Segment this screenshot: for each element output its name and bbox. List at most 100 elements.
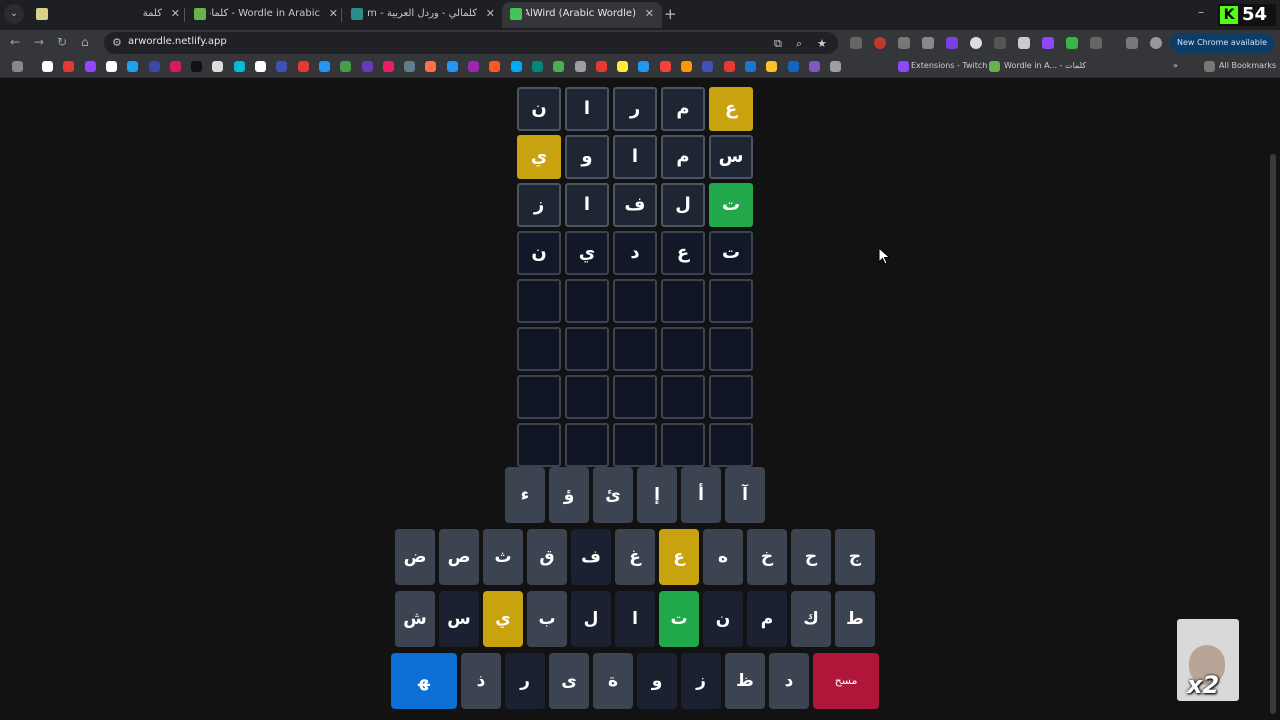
keyboard-key[interactable]: ج — [835, 529, 875, 585]
enter-key-button[interactable]: ﻬ — [391, 653, 457, 709]
keyboard-key[interactable]: ف — [571, 529, 611, 585]
bookmark-favicon-icon[interactable] — [191, 61, 203, 72]
keyboard-key[interactable]: س — [439, 591, 479, 647]
bookmark-favicon-icon[interactable] — [681, 61, 692, 72]
keyboard-key[interactable]: ق — [527, 529, 567, 585]
keyboard-key[interactable]: ح — [791, 529, 831, 585]
all-bookmarks[interactable]: All Bookmarks — [1219, 61, 1276, 70]
bookmark-favicon-icon[interactable] — [105, 61, 117, 72]
keyboard-key[interactable]: ى — [549, 653, 589, 709]
bookmark-favicon-icon[interactable] — [723, 61, 735, 72]
extensions-puzzle-icon[interactable] — [1090, 37, 1102, 49]
bookmark-favicon-icon[interactable] — [127, 61, 139, 72]
keyboard-key[interactable]: ة — [593, 653, 633, 709]
keyboard-key[interactable]: ث — [483, 529, 523, 585]
new-tab-button[interactable]: + — [664, 5, 677, 23]
keyboard-key[interactable]: ل — [571, 591, 611, 647]
bookmark-favicon-icon[interactable] — [574, 61, 586, 72]
bookmark-favicon-icon[interactable] — [659, 61, 671, 72]
extension-icon[interactable] — [874, 37, 886, 49]
bookmark-favicon-icon[interactable] — [766, 61, 778, 72]
bookmark-wordle-arabic[interactable]: Wordle in A... - كلمات — [1004, 61, 1086, 70]
keyboard-key[interactable]: ئ — [593, 467, 633, 523]
bookmark-favicon-icon[interactable] — [340, 61, 352, 72]
bookmark-favicon-icon[interactable] — [318, 61, 330, 72]
bookmark-favicon-icon[interactable] — [148, 61, 160, 72]
bookmark-favicon-icon[interactable] — [212, 61, 224, 72]
browser-tab[interactable]: كلمالي - وردل العربية - naly.com ✕ — [343, 2, 503, 28]
keyboard-key[interactable]: ؤ — [549, 467, 589, 523]
bookmark-favicon-icon[interactable] — [553, 61, 565, 72]
apps-grid-icon[interactable] — [12, 61, 23, 72]
mute-icon[interactable] — [994, 37, 1006, 49]
extension-icon[interactable] — [946, 37, 958, 49]
bookmark-favicon-icon[interactable] — [830, 61, 842, 72]
keyboard-key[interactable]: ص — [439, 529, 479, 585]
extension-icon[interactable] — [898, 37, 910, 49]
delete-key-button[interactable]: مسح — [813, 653, 879, 709]
bookmark-favicon-icon[interactable] — [361, 61, 373, 72]
keyboard-key[interactable]: خ — [747, 529, 787, 585]
extension-icon[interactable] — [850, 37, 862, 49]
bookmark-favicon-icon[interactable] — [510, 61, 522, 72]
keyboard-key[interactable]: إ — [637, 467, 677, 523]
bookmark-favicon-icon[interactable] — [617, 61, 629, 72]
keyboard-key[interactable]: ذ — [461, 653, 501, 709]
extension-icon[interactable] — [922, 37, 934, 49]
update-chrome-button[interactable]: New Chrome available — [1170, 33, 1274, 53]
forward-arrow-icon[interactable]: → — [34, 35, 44, 49]
keyboard-key[interactable]: ه — [703, 529, 743, 585]
keyboard-key[interactable]: ك — [791, 591, 831, 647]
bookmark-favicon-icon[interactable] — [638, 61, 650, 72]
wordle-icon[interactable] — [989, 61, 1000, 72]
bookmark-favicon-icon[interactable] — [233, 61, 245, 72]
browser-tab[interactable]: AlWird (Arabic Wordle) - الورد ✕ — [502, 2, 662, 28]
bookmark-extensions-twitch[interactable]: Extensions - Twitch — [911, 61, 987, 70]
keyboard-key[interactable]: ش — [395, 591, 435, 647]
keyboard-key[interactable]: ء — [505, 467, 545, 523]
bookmark-favicon-icon[interactable] — [702, 61, 714, 72]
extension-icon[interactable] — [1018, 37, 1030, 49]
bookmark-favicon-icon[interactable] — [63, 61, 75, 72]
bookmark-favicon-icon[interactable] — [787, 61, 799, 72]
bookmark-favicon-icon[interactable] — [404, 61, 416, 72]
bookmark-favicon-icon[interactable] — [808, 61, 820, 72]
keyboard-key[interactable]: و — [637, 653, 677, 709]
extension-icon[interactable] — [970, 37, 982, 49]
reload-icon[interactable]: ↻ — [57, 35, 67, 49]
twitch-icon[interactable] — [898, 61, 909, 72]
keyboard-key[interactable]: ن — [703, 591, 743, 647]
keyboard-key[interactable]: ا — [615, 591, 655, 647]
bookmark-favicon-icon[interactable] — [489, 61, 501, 72]
tab-close-icon[interactable]: ✕ — [329, 7, 338, 20]
tab-close-icon[interactable]: ✕ — [171, 7, 180, 20]
bookmark-favicon-icon[interactable] — [382, 61, 394, 72]
keyboard-key[interactable]: ط — [835, 591, 875, 647]
bookmark-favicon-icon[interactable] — [42, 61, 53, 72]
browser-tab[interactable]: كلمة ✕ — [28, 2, 188, 28]
keyboard-key[interactable]: ظ — [725, 653, 765, 709]
bookmark-favicon-icon[interactable] — [297, 61, 309, 72]
bookmark-favicon-icon[interactable] — [446, 61, 458, 72]
keyboard-key[interactable]: ر — [505, 653, 545, 709]
bookmark-favicon-icon[interactable] — [255, 61, 266, 72]
address-bar[interactable]: ⚙ arwordle.netlify.app ⧉ ⌕ ★ — [104, 32, 838, 54]
keyboard-key[interactable]: ض — [395, 529, 435, 585]
tab-close-icon[interactable]: ✕ — [645, 7, 654, 20]
bookmark-favicon-icon[interactable] — [84, 61, 96, 72]
bookmark-favicon-icon[interactable] — [595, 61, 607, 72]
home-icon[interactable]: ⌂ — [81, 35, 89, 49]
browser-tab[interactable]: Wordle in Arabic - كلمات ✕ — [186, 2, 346, 28]
profile-avatar[interactable] — [1150, 37, 1162, 49]
bookmarks-overflow-icon[interactable]: » — [1173, 61, 1178, 70]
bookmark-favicon-icon[interactable] — [531, 61, 543, 72]
zoom-icon[interactable]: ⌕ — [796, 37, 802, 51]
bookmark-favicon-icon[interactable] — [425, 61, 437, 72]
keyboard-key[interactable]: ي — [483, 591, 523, 647]
reading-list-icon[interactable] — [1126, 37, 1138, 49]
keyboard-key[interactable]: ع — [659, 529, 699, 585]
keyboard-key[interactable]: ب — [527, 591, 567, 647]
keyboard-key[interactable]: ز — [681, 653, 721, 709]
page-scrollbar[interactable] — [1270, 154, 1276, 714]
keyboard-key[interactable]: أ — [681, 467, 721, 523]
